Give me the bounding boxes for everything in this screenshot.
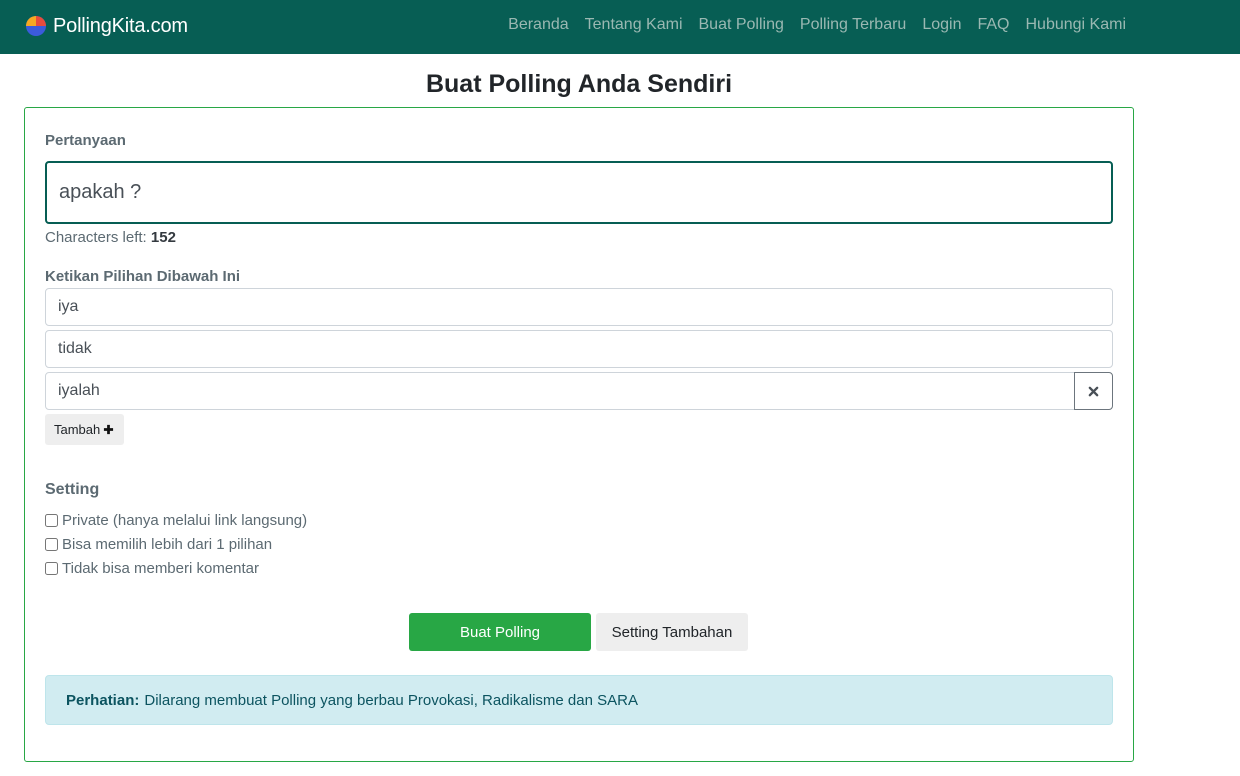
- option-input-3[interactable]: [45, 372, 1075, 410]
- additional-settings-button[interactable]: Setting Tambahan: [596, 613, 748, 651]
- no-comments-checkbox[interactable]: [45, 562, 58, 575]
- page-title: Buat Polling Anda Sendiri: [425, 70, 733, 98]
- nav-menu: Beranda Tentang Kami Buat Polling Pollin…: [508, 15, 1126, 35]
- nav-link-faq[interactable]: FAQ: [977, 15, 1009, 35]
- no-comments-checkbox-label: Tidak bisa memberi komentar: [62, 560, 260, 577]
- option-input-2[interactable]: [45, 330, 1113, 368]
- chars-left-count: 152: [150, 229, 176, 246]
- poll-form-card: Pertanyaan Characters left: 152 Ketikan …: [24, 107, 1134, 762]
- pie-chart-logo-icon: [26, 16, 46, 36]
- remove-option-button[interactable]: [1074, 372, 1113, 410]
- nav-link-hubungi-kami[interactable]: Hubungi Kami: [1026, 15, 1127, 35]
- private-checkbox[interactable]: [45, 514, 58, 527]
- chars-left-counter: Characters left: 152: [45, 229, 176, 246]
- option-input-1[interactable]: [45, 288, 1113, 326]
- nav-link-beranda[interactable]: Beranda: [508, 15, 569, 35]
- nav-link-tentang-kami[interactable]: Tentang Kami: [585, 15, 683, 35]
- create-poll-button[interactable]: Buat Polling: [409, 613, 591, 651]
- warning-alert: Perhatian: Dilarang membuat Polling yang…: [45, 675, 1113, 725]
- plus-icon: [104, 424, 114, 435]
- add-option-label: Tambah: [54, 422, 101, 437]
- setting-no-comments[interactable]: Tidak bisa memberi komentar: [45, 560, 259, 577]
- brand-link[interactable]: PollingKita.com: [25, 13, 188, 39]
- nav-link-buat-polling[interactable]: Buat Polling: [699, 15, 784, 35]
- setting-multiple-choice[interactable]: Bisa memilih lebih dari 1 pilihan: [45, 536, 272, 553]
- nav-link-login[interactable]: Login: [922, 15, 961, 35]
- chars-left-label: Characters left:: [45, 229, 147, 246]
- alert-title: Perhatian:: [66, 691, 140, 709]
- setting-private[interactable]: Private (hanya melalui link langsung): [45, 512, 307, 529]
- alert-message: Dilarang membuat Polling yang berbau Pro…: [144, 691, 638, 709]
- setting-label: Setting: [45, 481, 100, 498]
- private-checkbox-label: Private (hanya melalui link langsung): [62, 512, 308, 529]
- top-navbar: PollingKita.com Beranda Tentang Kami Bua…: [0, 0, 1240, 54]
- nav-link-polling-terbaru[interactable]: Polling Terbaru: [800, 15, 906, 35]
- options-label: Ketikan Pilihan Dibawah Ini: [45, 268, 241, 285]
- multiple-choice-checkbox[interactable]: [45, 538, 58, 551]
- brand-name: PollingKita.com: [53, 14, 188, 37]
- question-input[interactable]: [45, 161, 1113, 224]
- close-icon: [1088, 386, 1099, 396]
- multiple-choice-checkbox-label: Bisa memilih lebih dari 1 pilihan: [62, 536, 273, 553]
- question-label: Pertanyaan: [45, 132, 126, 149]
- add-option-button[interactable]: Tambah: [45, 414, 125, 445]
